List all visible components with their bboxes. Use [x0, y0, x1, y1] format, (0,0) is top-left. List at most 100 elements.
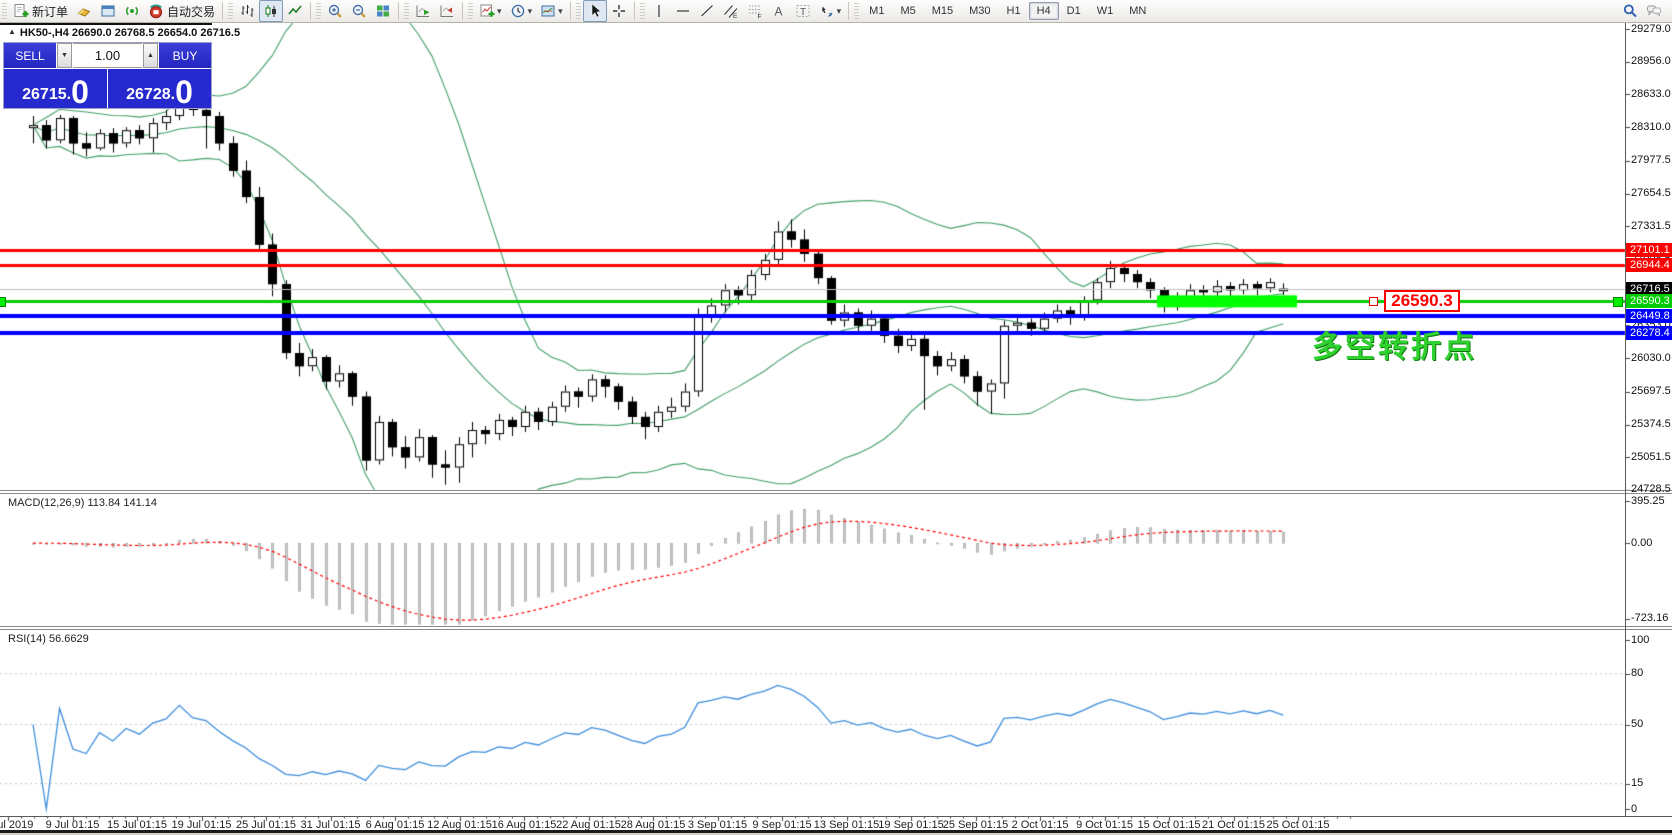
toolbar-grip[interactable]: [640, 3, 645, 19]
svg-text:A: A: [774, 5, 782, 19]
market-window-icon[interactable]: [96, 0, 120, 22]
timeframe-button-w1[interactable]: W1: [1089, 2, 1122, 20]
text-label-button[interactable]: T: [791, 0, 815, 22]
search-icon[interactable]: [1618, 0, 1642, 22]
price-tick-label: 25374.5: [1631, 418, 1671, 430]
new-order-button[interactable]: 新订单: [9, 0, 72, 22]
timeframe-button-m5[interactable]: M5: [892, 2, 923, 20]
toolbar-grip[interactable]: [404, 3, 409, 19]
buy-button[interactable]: BUY: [159, 43, 211, 68]
labelT-icon: T: [795, 3, 811, 19]
price-tick-label: 25051.5: [1631, 451, 1671, 463]
buy-price-panel[interactable]: 26728.0: [108, 69, 211, 108]
toolbar-grip[interactable]: [228, 3, 233, 19]
line-chart-button[interactable]: [283, 0, 307, 22]
chevron-down-icon[interactable]: ▾: [528, 6, 533, 17]
timeframe-button-m15[interactable]: M15: [924, 2, 961, 20]
price-scale-border: [1625, 22, 1626, 816]
price-tick-label: 27331.5: [1631, 220, 1671, 232]
toolbar-grip[interactable]: [316, 3, 321, 19]
timeframe-button-h1[interactable]: H1: [999, 2, 1029, 20]
auto-scroll-button[interactable]: [411, 0, 435, 22]
toolbar-divider: [634, 2, 635, 20]
chat-icon[interactable]: [1642, 0, 1666, 22]
macd-panel-separator[interactable]: [0, 490, 1672, 494]
horizontal-line-button[interactable]: [671, 0, 695, 22]
macd-indicator-label: MACD(12,26,9) 113.84 141.14: [8, 497, 157, 509]
annotation-anchor-square[interactable]: [1369, 297, 1378, 306]
sell-price-big-digit: 0: [71, 79, 89, 105]
templates-button[interactable]: ▾: [536, 0, 567, 22]
collapse-arrow-icon[interactable]: ▲: [8, 27, 16, 36]
toolbar-divider: [310, 2, 311, 20]
timeframe-button-h4[interactable]: H4: [1029, 2, 1059, 20]
tile-windows-button[interactable]: [371, 0, 395, 22]
time-axis-label: 9 Jul 01:15: [46, 819, 100, 831]
candlestick-chart-button[interactable]: [259, 0, 283, 22]
bar-chart-button[interactable]: [235, 0, 259, 22]
buy-price-big-digit: 0: [175, 79, 193, 105]
chevron-down-icon[interactable]: ▾: [497, 6, 502, 17]
zoom-in-button[interactable]: [323, 0, 347, 22]
zoom-out-button[interactable]: [347, 0, 371, 22]
price-tick-label: 24728.5: [1631, 483, 1671, 495]
signal-icon: [124, 3, 140, 19]
sell-price-panel[interactable]: 26715.0: [4, 69, 107, 108]
trendline-button[interactable]: [695, 0, 719, 22]
line-price-label: 26590.3: [1626, 294, 1672, 308]
price-tick-label: 29279.0: [1631, 23, 1671, 35]
toolbar-divider: [848, 2, 849, 20]
line-price-label: 27101.1: [1626, 243, 1672, 257]
time-axis-label: 12 Aug 01:15: [427, 819, 492, 831]
price-tick-label: 28956.0: [1631, 55, 1671, 67]
chevron-down-icon[interactable]: ▾: [837, 6, 842, 17]
toolbar-grip[interactable]: [2, 3, 7, 19]
rsi-panel-separator[interactable]: [0, 626, 1672, 630]
macd-scale-label: 395.25: [1631, 495, 1665, 507]
deposit-gold-icon[interactable]: [72, 0, 96, 22]
zoomin-icon: [327, 3, 343, 19]
annotation-price-box[interactable]: 26590.3: [1384, 290, 1460, 312]
chart-canvas[interactable]: [0, 0, 1672, 835]
timeframe-button-m30[interactable]: M30: [961, 2, 998, 20]
arrows-icon: [819, 3, 835, 19]
vline-icon: [651, 3, 667, 19]
chevron-down-icon[interactable]: ▾: [558, 6, 563, 17]
volume-decrease-button[interactable]: ▼: [57, 43, 72, 68]
signal-icon[interactable]: [120, 0, 144, 22]
chart-shift-button[interactable]: [435, 0, 459, 22]
green-line-start-marker[interactable]: [0, 297, 6, 307]
rsi-scale-label: 50: [1631, 718, 1643, 730]
channel-button[interactable]: E: [719, 0, 743, 22]
tiles-icon: [375, 3, 391, 19]
timeframe-button-d1[interactable]: D1: [1059, 2, 1089, 20]
timeframe-button-m1[interactable]: M1: [861, 2, 892, 20]
sell-button[interactable]: SELL: [4, 43, 56, 68]
toolbar-grip[interactable]: [854, 3, 859, 19]
clock-icon: [510, 3, 526, 19]
line-icon: [287, 3, 303, 19]
line-price-label: 26944.4: [1626, 258, 1672, 272]
rsi-scale-label: 15: [1631, 777, 1643, 789]
indicators-icon: [479, 3, 495, 19]
volume-input[interactable]: [73, 43, 142, 68]
timeframe-button-mn[interactable]: MN: [1121, 2, 1154, 20]
volume-increase-button[interactable]: ▲: [143, 43, 158, 68]
autotrade-button-label: 自动交易: [167, 3, 215, 20]
sell-price-main: 26715: [22, 85, 67, 105]
time-axis-label: 31 Jul 01:15: [301, 819, 361, 831]
cursor-button[interactable]: [583, 0, 607, 22]
toolbar-grip[interactable]: [576, 3, 581, 19]
fibonacci-button[interactable]: F: [743, 0, 767, 22]
macd-scale-label: 0.00: [1631, 537, 1652, 549]
green-line-end-marker[interactable]: [1613, 297, 1623, 307]
toolbar-grip[interactable]: [468, 3, 473, 19]
arrows-button[interactable]: ▾: [815, 0, 846, 22]
indicators-button[interactable]: ▾: [475, 0, 506, 22]
crosshair-button[interactable]: [607, 0, 631, 22]
text-button[interactable]: A: [767, 0, 791, 22]
vertical-line-button[interactable]: [647, 0, 671, 22]
zoomout-icon: [351, 3, 367, 19]
periods-clock-button[interactable]: ▾: [506, 0, 537, 22]
autotrade-button[interactable]: 自动交易: [144, 0, 219, 22]
